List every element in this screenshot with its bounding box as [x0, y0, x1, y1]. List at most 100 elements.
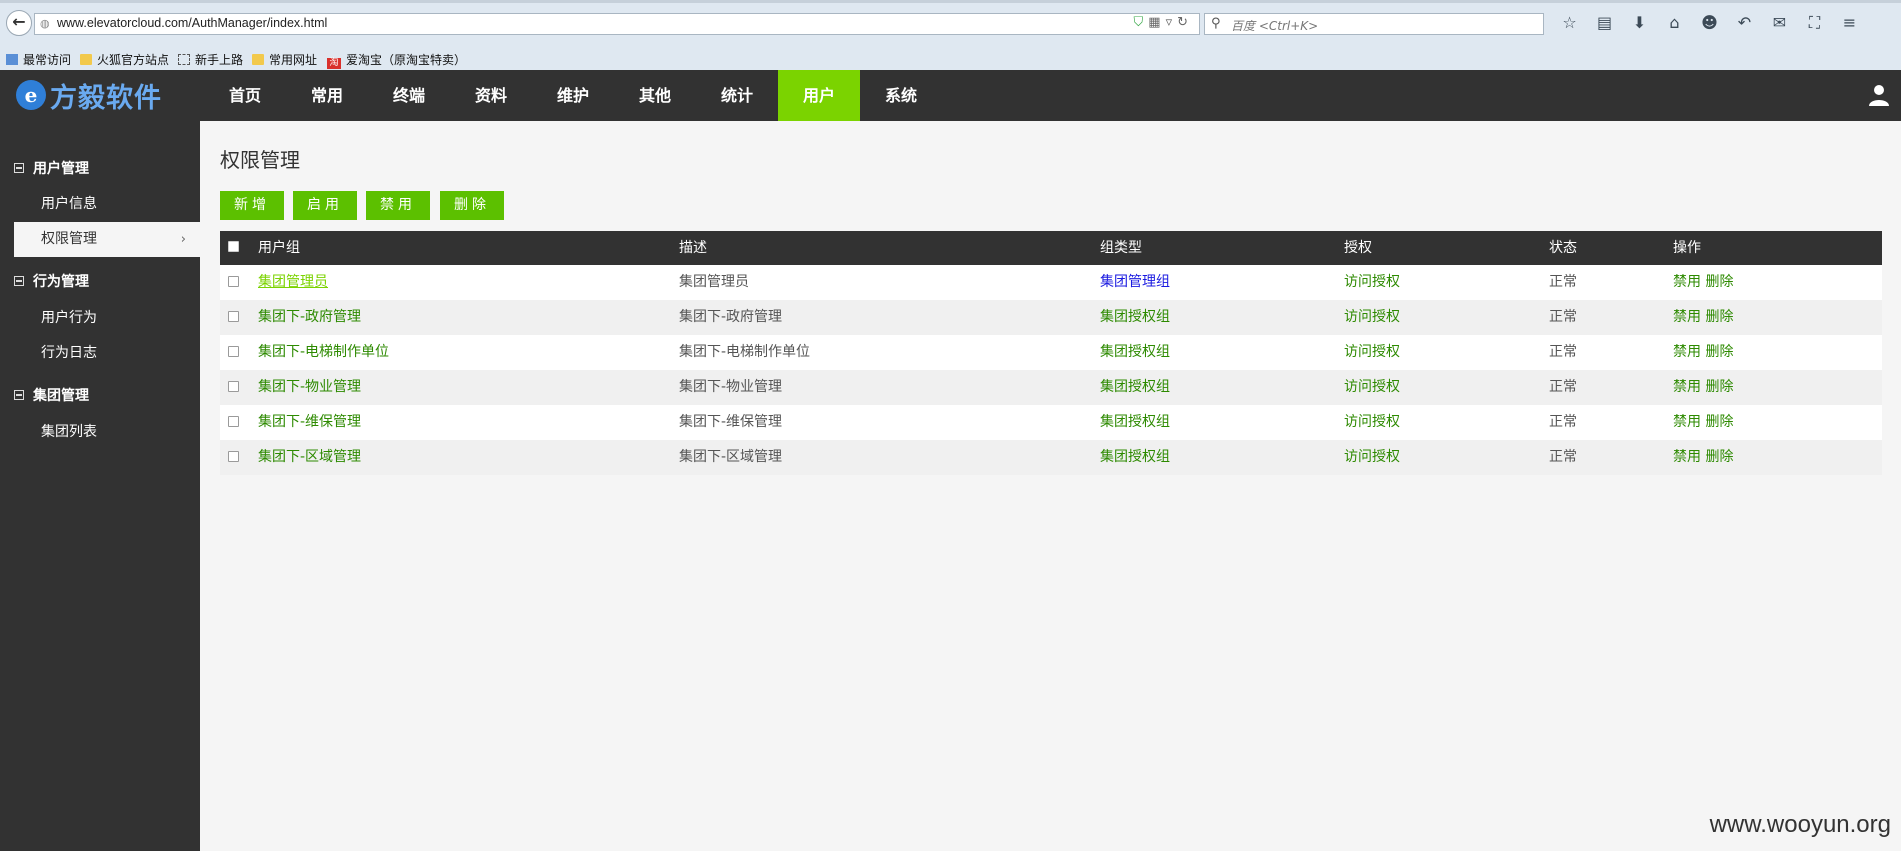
sidebar-group-group-management[interactable]: 集团管理: [14, 384, 89, 406]
logo[interactable]: e 方毅软件: [16, 76, 162, 114]
sidebar-group-user-management[interactable]: 用户管理: [14, 157, 89, 179]
row-delete-link[interactable]: 删除: [1705, 414, 1733, 430]
row-actions: 禁用 删除: [1673, 265, 1733, 300]
row-delete-link[interactable]: 删除: [1705, 379, 1733, 395]
access-auth-link[interactable]: 访问授权: [1344, 370, 1400, 405]
bookmark-aitaobao[interactable]: 淘爱淘宝（原淘宝特卖）: [327, 51, 466, 69]
row-disable-link[interactable]: 禁用: [1673, 414, 1701, 430]
enable-button[interactable]: 启用: [293, 191, 357, 220]
status-text: 正常: [1549, 309, 1577, 325]
row-checkbox[interactable]: [228, 451, 239, 462]
bookmark-getting-started[interactable]: 新手上路: [178, 51, 243, 68]
row-delete-link[interactable]: 删除: [1705, 449, 1733, 465]
status-text: 正常: [1549, 449, 1577, 465]
nav-users[interactable]: 用户: [778, 70, 860, 121]
sidebar-group-behavior-management[interactable]: 行为管理: [14, 270, 89, 292]
row-checkbox[interactable]: [228, 346, 239, 357]
back-button[interactable]: ←: [6, 10, 32, 36]
column-header-status: 状态: [1549, 240, 1577, 256]
table-row: 集团下-电梯制作单位 集团下-电梯制作单位 集团授权组 访问授权 正常 禁用 删…: [220, 335, 1882, 370]
main-nav: 首页 常用 终端 资料 维护 其他 统计 用户 系统: [204, 70, 942, 121]
nav-other[interactable]: 其他: [614, 70, 696, 121]
row-disable-link[interactable]: 禁用: [1673, 344, 1701, 360]
access-auth-link[interactable]: 访问授权: [1344, 440, 1400, 475]
group-type-link[interactable]: 集团授权组: [1100, 440, 1170, 475]
sidebar-item-user-behavior[interactable]: 用户行为: [14, 301, 200, 336]
search-bar[interactable]: ⚲ 百度 <Ctrl+K>: [1204, 13, 1544, 35]
download-icon[interactable]: ⬇: [1622, 13, 1657, 32]
group-description: 集团下-区域管理: [679, 449, 783, 465]
sidebar-item-user-info[interactable]: 用户信息: [14, 187, 200, 222]
row-delete-link[interactable]: 删除: [1705, 274, 1733, 290]
bookmark-icon: [6, 54, 18, 65]
chevron-right-icon: ›: [180, 232, 186, 247]
group-name-link[interactable]: 集团管理员: [258, 265, 328, 300]
select-all-checkbox[interactable]: [228, 241, 239, 252]
access-auth-link[interactable]: 访问授权: [1344, 335, 1400, 370]
url-text[interactable]: www.elevatorcloud.com/AuthManager/index.…: [57, 16, 327, 30]
group-name-link[interactable]: 集团下-物业管理: [258, 370, 361, 405]
delete-button[interactable]: 删除: [440, 191, 504, 220]
access-auth-link[interactable]: 访问授权: [1344, 300, 1400, 335]
bookmark-firefox[interactable]: 火狐官方站点: [80, 51, 169, 68]
nav-data[interactable]: 资料: [450, 70, 532, 121]
menu-icon[interactable]: ≡: [1832, 13, 1867, 32]
row-disable-link[interactable]: 禁用: [1673, 379, 1701, 395]
add-button[interactable]: 新增: [220, 191, 284, 220]
reader-icon[interactable]: ▤: [1587, 13, 1622, 32]
access-auth-link[interactable]: 访问授权: [1344, 265, 1400, 300]
row-checkbox[interactable]: [228, 311, 239, 322]
crop-icon[interactable]: ⛶: [1797, 13, 1832, 33]
reload-icon[interactable]: ↻: [1177, 15, 1193, 30]
group-type-link[interactable]: 集团管理组: [1100, 265, 1170, 300]
collapse-icon: [14, 276, 24, 286]
logo-text: 方毅软件: [50, 82, 162, 114]
group-name-link[interactable]: 集团下-区域管理: [258, 440, 361, 475]
sidebar: 用户管理 用户信息 权限管理 › 行为管理 用户行为 行为日志 集团管理 集团列表: [0, 121, 200, 851]
access-auth-link[interactable]: 访问授权: [1344, 405, 1400, 440]
home-icon[interactable]: ⌂: [1657, 13, 1692, 32]
table-row: 集团下-物业管理 集团下-物业管理 集团授权组 访问授权 正常 禁用 删除: [220, 370, 1882, 405]
bookmark-most-visited[interactable]: 最常访问: [6, 51, 71, 68]
nav-home[interactable]: 首页: [204, 70, 286, 121]
group-name-link[interactable]: 集团下-电梯制作单位: [258, 335, 389, 370]
address-bar[interactable]: ◍ www.elevatorcloud.com/AuthManager/inde…: [34, 13, 1200, 35]
row-delete-link[interactable]: 删除: [1705, 344, 1733, 360]
row-disable-link[interactable]: 禁用: [1673, 309, 1701, 325]
group-type-link[interactable]: 集团授权组: [1100, 335, 1170, 370]
table-header: 用户组 描述 组类型 授权 状态 操作: [220, 231, 1882, 265]
user-icon[interactable]: [1867, 83, 1891, 107]
shield-icon[interactable]: ⛉: [1134, 15, 1149, 30]
search-icon: ⚲: [1211, 16, 1221, 31]
group-name-link[interactable]: 集团下-维保管理: [258, 405, 361, 440]
row-disable-link[interactable]: 禁用: [1673, 274, 1701, 290]
row-checkbox[interactable]: [228, 276, 239, 287]
group-type-link[interactable]: 集团授权组: [1100, 370, 1170, 405]
bookmark-star-icon[interactable]: ☆: [1552, 13, 1587, 32]
globe-icon: ◍: [40, 17, 50, 30]
comment-icon[interactable]: ✉: [1762, 13, 1797, 32]
sidebar-item-group-list[interactable]: 集团列表: [14, 415, 200, 450]
undo-icon[interactable]: ↶: [1727, 13, 1762, 32]
group-type-link[interactable]: 集团授权组: [1100, 405, 1170, 440]
sidebar-item-permission-management[interactable]: 权限管理 ›: [14, 222, 200, 257]
nav-maintenance[interactable]: 维护: [532, 70, 614, 121]
row-disable-link[interactable]: 禁用: [1673, 449, 1701, 465]
chat-icon[interactable]: ☻: [1692, 13, 1727, 32]
browser-toolbar-icons: ☆ ▤ ⬇ ⌂ ☻ ↶ ✉ ⛶ ≡: [1552, 13, 1867, 33]
dropdown-icon[interactable]: ▿: [1166, 15, 1178, 30]
row-actions: 禁用 删除: [1673, 335, 1733, 370]
nav-system[interactable]: 系统: [860, 70, 942, 121]
group-name-link[interactable]: 集团下-政府管理: [258, 300, 361, 335]
row-checkbox[interactable]: [228, 381, 239, 392]
nav-terminal[interactable]: 终端: [368, 70, 450, 121]
group-type-link[interactable]: 集团授权组: [1100, 300, 1170, 335]
disable-button[interactable]: 禁用: [366, 191, 430, 220]
bookmark-common-sites[interactable]: 常用网址: [252, 51, 317, 68]
sidebar-item-behavior-log[interactable]: 行为日志: [14, 336, 200, 371]
nav-statistics[interactable]: 统计: [696, 70, 778, 121]
nav-common[interactable]: 常用: [286, 70, 368, 121]
row-checkbox[interactable]: [228, 416, 239, 427]
qr-code-icon[interactable]: ▦: [1148, 15, 1165, 30]
row-delete-link[interactable]: 删除: [1705, 309, 1733, 325]
